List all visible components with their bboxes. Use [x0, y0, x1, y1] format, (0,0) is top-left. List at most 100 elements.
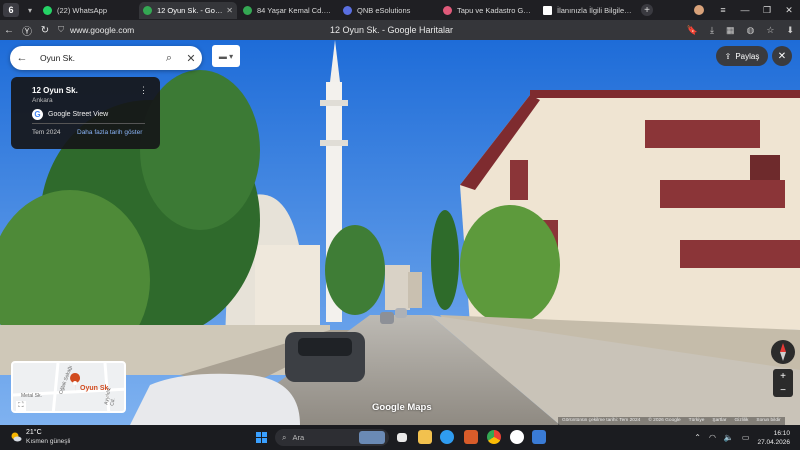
google-maps-icon [143, 5, 152, 15]
tab-google-maps-active[interactable]: 12 Oyun Sk. - Google H ✕ [139, 1, 237, 19]
system-tray: ⌃ ◠ 🔈 ▭ 16:10 27.04.2026 [694, 425, 796, 450]
street-view-panorama[interactable]: ← ⌕ ✕ 12 Oyun Sk. Ankara ⋮ G Google Stre… [0, 40, 800, 425]
google-maps-watermark: Google Maps [372, 402, 432, 413]
favorites-icon[interactable]: ☆ [766, 25, 774, 36]
yandex-browser-icon[interactable] [510, 430, 524, 444]
tapu-icon [443, 5, 452, 15]
share-label: Paylaş [735, 51, 760, 61]
clock[interactable]: 16:10 27.04.2026 [757, 429, 790, 447]
edge-icon[interactable] [440, 430, 454, 444]
minaret-balcony [320, 140, 348, 146]
workspace-badge[interactable]: 6 [3, 3, 19, 17]
page-title: 12 Oyun Sk. - Google Haritalar [330, 25, 454, 35]
distant-building [385, 265, 410, 310]
zoom-in-button[interactable]: + [773, 369, 793, 383]
tab-label: QNB eSolutions [357, 5, 411, 15]
mini-map-street-label: Metal Sk. [21, 393, 42, 399]
balcony [680, 240, 800, 268]
new-tab-button[interactable]: + [641, 4, 653, 16]
bookmark-icon[interactable]: 🔖 [687, 25, 698, 36]
search-highlight-image [359, 431, 385, 444]
footer-link-privacy[interactable]: Gizlilik [735, 418, 749, 424]
footer-link-report[interactable]: Sorun bildir [756, 418, 780, 424]
weather-temperature: 21°C [26, 429, 42, 436]
pinned-app-icon[interactable] [532, 430, 546, 444]
google-logo-icon: G [32, 109, 43, 120]
windows-start-icon[interactable] [256, 432, 267, 443]
search-icon: ⌕ [282, 432, 287, 442]
close-tab-icon[interactable]: ✕ [226, 6, 233, 15]
maximize-icon[interactable]: ❐ [756, 5, 778, 16]
store-icon[interactable] [464, 430, 478, 444]
download-arrow-icon[interactable]: ⬇ [786, 25, 794, 36]
cypress-tree [431, 210, 459, 310]
balcony [645, 120, 760, 148]
search-box: ← ⌕ ✕ [10, 46, 202, 70]
window-frame [750, 155, 780, 180]
taskbar-search-placeholder: Ara [292, 433, 305, 442]
share-icon: ⇪ [724, 51, 732, 61]
tab-ilan[interactable]: İlanınızla İlgili Bilgileri Giri [539, 2, 637, 19]
tab-list-dropdown-icon[interactable]: ▾ [23, 6, 37, 15]
chevron-up-icon[interactable]: ⌃ [694, 433, 701, 442]
task-view-icon[interactable] [397, 433, 407, 442]
clock-time: 16:10 [773, 429, 790, 437]
file-explorer-icon[interactable] [418, 430, 432, 444]
yandex-icon[interactable]: Ⓨ [18, 23, 36, 38]
source-label: Google Street View [48, 111, 109, 118]
footer-link-country[interactable]: Türkiye [689, 418, 705, 424]
extensions-icon[interactable]: ▦ [726, 25, 735, 36]
volume-icon[interactable]: 🔈 [724, 433, 734, 442]
map-footer: Görüntünün çekilme tarihi: Tem 2024 © 20… [558, 417, 785, 425]
more-dates-link[interactable]: Daha fazla tarih göster [77, 129, 142, 136]
expand-map-icon[interactable]: ⛶ [16, 401, 26, 411]
browser-tab-strip: 6 ▾ (22) WhatsApp 12 Oyun Sk. - Google H… [0, 0, 800, 20]
search-input[interactable] [40, 53, 158, 63]
tab-whatsapp[interactable]: (22) WhatsApp [39, 2, 137, 19]
reload-icon[interactable]: ↻ [36, 25, 54, 36]
back-icon[interactable]: ← [0, 25, 18, 36]
downloads-icon[interactable]: ⤓ [710, 25, 714, 36]
share-button[interactable]: ⇪ Paylaş [716, 46, 768, 66]
mini-map[interactable]: Oyun Sk. Metal Sk. Oğlak Sokağı Ayyıldız… [11, 361, 126, 413]
qnb-icon [343, 5, 352, 15]
whatsapp-icon [43, 5, 52, 15]
secure-shield-icon[interactable]: ⛉ [58, 25, 64, 35]
document-icon [543, 5, 552, 15]
minimize-icon[interactable]: — [734, 5, 756, 15]
tree [460, 205, 560, 325]
footer-link-terms[interactable]: Şartlar [712, 418, 726, 424]
chat-icon[interactable]: ◍ [747, 25, 755, 36]
wifi-icon[interactable]: ◠ [709, 433, 716, 442]
partly-sunny-icon[interactable] [10, 431, 22, 443]
menu-icon[interactable]: ≡ [712, 5, 734, 15]
close-window-icon[interactable]: ✕ [778, 5, 800, 16]
battery-icon[interactable]: ▭ [742, 433, 750, 442]
chrome-icon[interactable] [487, 430, 501, 444]
divider [32, 123, 145, 124]
capture-date: Tem 2024 [32, 129, 61, 136]
google-maps-icon [243, 5, 252, 15]
back-arrow-icon[interactable]: ← [10, 52, 34, 64]
close-street-view-button[interactable]: ✕ [772, 46, 792, 66]
close-icon[interactable]: ✕ [180, 52, 202, 65]
search-icon[interactable]: ⌕ [158, 52, 180, 65]
minaret-balcony [320, 100, 348, 106]
tab-qnb[interactable]: QNB eSolutions [339, 2, 437, 19]
zoom-out-button[interactable]: − [773, 383, 793, 397]
distant-car [380, 312, 394, 324]
place-city: Ankara [32, 97, 53, 104]
balcony [660, 180, 785, 208]
more-options-icon[interactable]: ⋮ [139, 85, 148, 96]
profile-avatar[interactable] [694, 5, 704, 15]
tab-label: Tapu ve Kadastro Genel M [457, 5, 533, 15]
tab-google-maps-2[interactable]: 84 Yaşar Kemal Cd. - Go [239, 2, 337, 19]
compass-icon[interactable] [771, 340, 795, 364]
imagery-options-button[interactable]: ▬ ▾ [212, 45, 240, 67]
clock-date: 27.04.2026 [757, 438, 790, 446]
address-bar-actions: 🔖 ⤓ ▦ ◍ ☆ ⬇ [687, 20, 794, 40]
taskbar-search[interactable]: ⌕ Ara [275, 429, 389, 446]
tab-tapu[interactable]: Tapu ve Kadastro Genel M [439, 2, 537, 19]
weather-description: Kısmen güneşli [26, 438, 71, 445]
tab-label: İlanınızla İlgili Bilgileri Giri [557, 5, 633, 15]
